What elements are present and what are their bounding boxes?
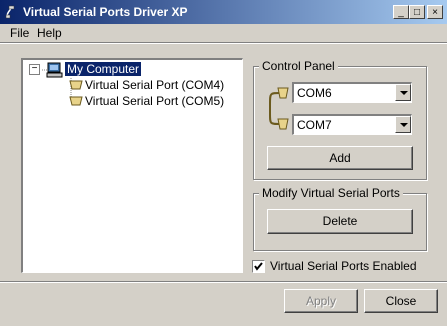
delete-button[interactable]: Delete: [267, 209, 413, 234]
serial-port-icon: [69, 80, 83, 90]
chevron-down-icon[interactable]: [395, 84, 411, 101]
close-window-button[interactable]: ×: [427, 5, 443, 19]
computer-icon: [46, 62, 63, 78]
menu-help[interactable]: Help: [37, 26, 62, 40]
tree-root-my-computer[interactable]: My Computer: [65, 62, 142, 76]
close-button[interactable]: Close: [364, 289, 438, 313]
port-pair-connector-icon: [269, 87, 289, 130]
maximize-button[interactable]: □: [409, 5, 425, 19]
app-window: Virtual Serial Ports Driver XP _ □ × Fil…: [0, 0, 447, 326]
window-title: Virtual Serial Ports Driver XP: [23, 5, 188, 19]
port1-select[interactable]: COM6: [292, 82, 412, 103]
port2-value: COM7: [297, 118, 332, 132]
collapse-toggle[interactable]: −: [29, 64, 40, 75]
tree-item-com4[interactable]: Virtual Serial Port (COM4): [85, 78, 224, 92]
tree-item-com5[interactable]: Virtual Serial Port (COM5): [85, 94, 224, 108]
chevron-down-icon[interactable]: [395, 116, 411, 133]
serial-port-icon: [69, 96, 83, 106]
ports-tree[interactable]: − My Computer Virtual Serial Port (COM4)…: [21, 58, 243, 273]
footer-separator: [0, 281, 447, 283]
menu-bar: File Help: [0, 24, 447, 42]
port2-select[interactable]: COM7: [292, 114, 412, 135]
enabled-checkbox[interactable]: [252, 260, 265, 273]
add-button[interactable]: Add: [267, 146, 413, 170]
enabled-checkbox-label[interactable]: Virtual Serial Ports Enabled: [270, 259, 417, 273]
serial-plug-icon: [5, 5, 15, 19]
title-bar[interactable]: Virtual Serial Ports Driver XP _ □ ×: [0, 0, 447, 24]
minimize-button[interactable]: _: [393, 5, 409, 19]
checkmark-icon: [254, 262, 263, 271]
modify-group-title: Modify Virtual Serial Ports: [259, 186, 403, 200]
port1-value: COM6: [297, 86, 332, 100]
apply-button[interactable]: Apply: [284, 289, 358, 313]
control-panel-title: Control Panel: [259, 59, 338, 73]
menu-file[interactable]: File: [10, 26, 29, 40]
menu-separator: [0, 42, 447, 44]
